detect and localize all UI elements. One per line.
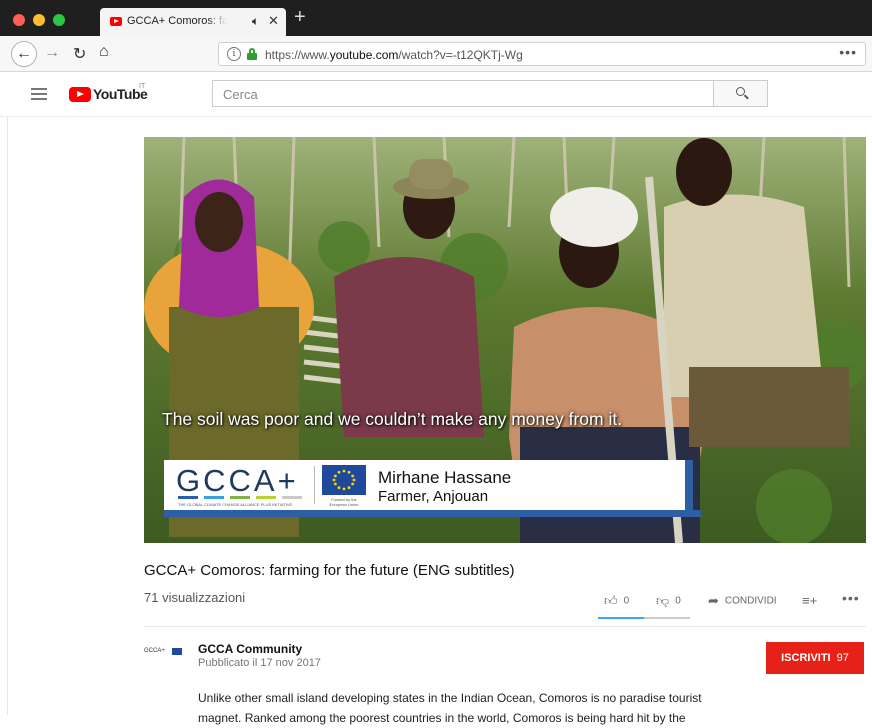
playlist-add-icon: ≡+ xyxy=(802,593,818,608)
dislike-button[interactable]: 👎︎ 0 xyxy=(656,593,681,609)
add-to-playlist-button[interactable]: ≡+ xyxy=(802,593,823,608)
view-count: 71 visualizzazioni xyxy=(144,590,246,605)
lower-third-accent xyxy=(164,510,701,517)
lock-icon xyxy=(247,48,257,60)
subscribe-button[interactable]: ISCRIVITI 97 xyxy=(766,642,864,674)
speaker-icon[interactable]: 🔈︎ xyxy=(252,14,259,29)
window-minimize-button[interactable] xyxy=(33,14,45,26)
browser-titlebar: GCCA+ Comoros: farming for the future 🔈︎… xyxy=(0,0,872,36)
tab-close-icon[interactable]: ✕ xyxy=(268,13,279,29)
more-actions-icon[interactable]: ••• xyxy=(842,590,860,606)
speaker-name: Mirhane Hassane xyxy=(378,468,512,487)
subscriber-count: 97 xyxy=(836,652,849,664)
youtube-header: YouTube IT Cerca xyxy=(0,72,872,117)
sentiment-bar-fill xyxy=(598,617,644,619)
stripe xyxy=(256,496,276,499)
stripe xyxy=(204,496,224,499)
forward-arrow-icon[interactable]: → xyxy=(44,44,60,62)
reload-icon[interactable]: ↻ xyxy=(73,44,86,64)
publish-date: Pubblicato il 17 nov 2017 xyxy=(198,657,321,669)
region-code: IT xyxy=(139,83,146,90)
page-edge xyxy=(7,117,8,715)
new-tab-button[interactable]: + xyxy=(294,7,306,27)
eu-flag-icon xyxy=(172,648,182,655)
hamburger-menu-icon[interactable] xyxy=(31,88,47,100)
share-label: CONDIVIDI xyxy=(724,595,777,607)
funded-by-text: Funded by the European Union xyxy=(329,497,359,507)
url-prefix: https://www. xyxy=(265,48,330,62)
page-actions-icon[interactable]: ••• xyxy=(839,44,857,60)
sentiment-bar xyxy=(598,617,690,619)
thumbs-down-icon: 👎︎ xyxy=(656,593,670,608)
subscribe-label: ISCRIVITI xyxy=(781,652,831,664)
stripe xyxy=(282,496,302,499)
window-close-button[interactable] xyxy=(13,14,25,26)
share-button[interactable]: ➦ CONDIVIDI xyxy=(708,593,777,609)
lower-third-banner: GCCA+ THE GLOBAL CLIMATE CHANGE ALLIANCE… xyxy=(164,460,693,510)
url-text[interactable]: https://www.youtube.com/watch?v=-t12QKTj… xyxy=(265,48,523,62)
window-maximize-button[interactable] xyxy=(53,14,65,26)
video-actions: 👍︎ 0 👎︎ 0 ➦ CONDIVIDI ≡+ ••• xyxy=(598,588,866,620)
channel-avatar-text: GCCA+ xyxy=(144,648,165,654)
back-arrow-icon[interactable]: ← xyxy=(11,41,37,67)
share-arrow-icon: ➦ xyxy=(708,593,719,608)
video-subtitle: The soil was poor and we couldn’t make a… xyxy=(162,409,623,429)
stripe xyxy=(178,496,198,499)
stripe xyxy=(230,496,250,499)
video-description: Unlike other small island developing sta… xyxy=(198,691,702,725)
gcca-tagline: THE GLOBAL CLIMATE CHANGE ALLIANCE PLUS … xyxy=(178,502,293,507)
browser-tab-active[interactable]: GCCA+ Comoros: farming for the future 🔈︎… xyxy=(100,8,286,36)
gcca-logo-stripes xyxy=(178,496,306,499)
search-input[interactable]: Cerca xyxy=(212,80,714,107)
browser-navbar: ← → ↻ ⌂ i https://www.youtube.com/watch?… xyxy=(0,36,872,72)
eu-flag-icon xyxy=(322,465,366,495)
gcca-logo: GCCA+ xyxy=(176,463,299,498)
url-path: /watch?v=-t12QKTj-Wg xyxy=(398,48,523,62)
channel-avatar[interactable]: GCCA+ xyxy=(144,646,184,662)
thumbs-up-icon: 👍︎ xyxy=(604,593,618,608)
home-icon[interactable]: ⌂ xyxy=(99,43,109,61)
info-icon[interactable]: i xyxy=(227,47,241,61)
divider xyxy=(144,626,866,627)
speaker-role: Farmer, Anjouan xyxy=(378,488,489,505)
dislike-count: 0 xyxy=(675,595,681,607)
video-player[interactable]: The soil was poor and we couldn’t make a… xyxy=(144,137,866,543)
search-placeholder: Cerca xyxy=(223,87,258,102)
separator xyxy=(314,466,315,504)
address-bar[interactable]: i https://www.youtube.com/watch?v=-t12QK… xyxy=(218,42,866,66)
youtube-favicon-icon xyxy=(110,17,122,26)
url-domain: youtube.com xyxy=(329,48,399,62)
like-count: 0 xyxy=(623,595,630,607)
youtube-play-icon xyxy=(69,87,91,102)
channel-name[interactable]: GCCA Community xyxy=(198,642,302,656)
video-title: GCCA+ Comoros: farming for the future (E… xyxy=(144,562,515,579)
tab-title: GCCA+ Comoros: farming for the future xyxy=(127,15,227,27)
like-button[interactable]: 👍︎ 0 xyxy=(604,593,629,609)
search-button[interactable] xyxy=(713,80,768,107)
